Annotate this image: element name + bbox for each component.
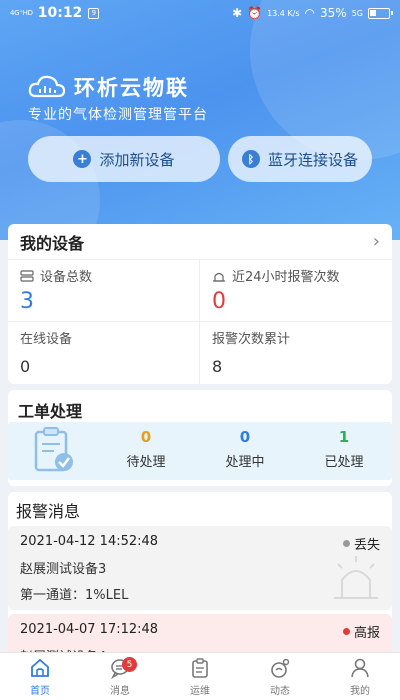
stat-label-row: 近24小时报警次数 [212, 266, 380, 285]
stat-alarm-24h[interactable]: 近24小时报警次数 0 [200, 260, 392, 322]
my-devices-header[interactable]: 我的设备 › [8, 224, 392, 260]
bluetooth-connect-button[interactable]: ᛒ 蓝牙连接设备 [228, 136, 372, 182]
siren-watermark-icon [334, 556, 378, 599]
alarm-section-title: 报警消息 [16, 502, 81, 521]
work-order-done[interactable]: 1 已处理 [304, 428, 384, 470]
bluetooth-icon: ᛒ [241, 150, 260, 168]
bottom-tab-bar: 首页 5 消息 运维 动态 我的 [0, 652, 400, 700]
stat-online-devices[interactable]: 在线设备 0 [8, 322, 200, 384]
clipboard-check-icon [34, 427, 73, 472]
alarm-status-badge: 高报 [342, 622, 380, 641]
tab-label: 动态 [270, 685, 290, 697]
stat-value: 3 [20, 289, 34, 314]
alarm-clock-icon: ⏰ [247, 6, 263, 20]
tab-feed[interactable]: 动态 [240, 653, 320, 700]
battery-icon [368, 7, 393, 19]
chevron-right-icon[interactable]: › [373, 231, 380, 252]
stat-value: 0 [212, 289, 226, 314]
tab-label: 我的 [350, 685, 370, 697]
alarm-channel: 第一通道：1%LEL [20, 588, 129, 603]
alarm-status-badge: 丢失 [342, 534, 380, 553]
processing-count: 0 [239, 428, 251, 446]
work-order-pending[interactable]: 0 待处理 [106, 428, 186, 470]
unread-badge: 5 [122, 657, 137, 672]
my-devices-title: 我的设备 [20, 233, 85, 253]
status-right: ✱ ⏰ 13.4 K/s ◠ 35% 5G [232, 6, 393, 20]
stat-label: 报警次数累计 [212, 332, 291, 347]
pending-count: 0 [140, 428, 152, 446]
network-indicator: 4G⁺HD [10, 9, 33, 17]
cloud-logo-icon [28, 75, 66, 98]
app-title: 环析云物联 [74, 76, 189, 100]
signal-label: 5G [351, 8, 363, 18]
processing-label: 处理中 [225, 455, 265, 470]
plus-icon: + [73, 150, 92, 168]
done-label: 已处理 [324, 455, 364, 470]
my-devices-card: 我的设备 › 设备总数 3 近24小时报警次数 0 在线设备 0 报警次数累计 … [8, 224, 392, 384]
alarm-datetime: 2021-04-07 17:12:48 [20, 622, 159, 637]
clock: 10:12 [37, 5, 83, 21]
activity-icon [271, 658, 290, 678]
stat-label: 在线设备 [20, 332, 73, 347]
add-device-button[interactable]: + 添加新设备 [28, 136, 220, 182]
add-device-label: 添加新设备 [99, 150, 175, 169]
status-dot-icon [342, 628, 350, 635]
stat-alarm-total[interactable]: 报警次数累计 8 [200, 322, 392, 384]
home-icon [31, 658, 49, 677]
tab-label: 消息 [110, 685, 130, 697]
stat-value: 8 [212, 357, 223, 376]
user-icon [351, 658, 369, 677]
stat-label: 设备总数 [40, 270, 93, 285]
tab-label: 首页 [30, 685, 50, 697]
clipboard-icon [192, 657, 208, 678]
brand: 环析云物联 [28, 72, 189, 102]
net-speed: 13.4 K/s [267, 8, 300, 18]
pending-label: 待处理 [126, 455, 166, 470]
work-order-processing[interactable]: 0 处理中 [205, 428, 285, 470]
stat-device-total[interactable]: 设备总数 3 [8, 260, 200, 322]
device-stats-grid: 设备总数 3 近24小时报警次数 0 在线设备 0 报警次数累计 8 [8, 260, 392, 384]
app-slogan: 专业的气体检测管理管平台 [28, 107, 208, 123]
bluetooth-connect-label: 蓝牙连接设备 [267, 150, 358, 169]
siren-icon [213, 272, 225, 282]
work-order-title: 工单处理 [18, 402, 83, 421]
alarm-status: 高报 [353, 626, 380, 641]
work-order-card: 工单处理 0 待处理 0 处理中 1 已处理 [8, 390, 392, 486]
status-bar: 4G⁺HD 10:12 9 ✱ ⏰ 13.4 K/s ◠ 35% 5G [0, 0, 400, 26]
status-dot-icon [342, 540, 350, 547]
app-notification-icon: 9 [88, 7, 100, 19]
work-order-stats: 0 待处理 0 处理中 1 已处理 [8, 422, 392, 480]
tab-messages[interactable]: 5 消息 [80, 653, 160, 700]
tab-home[interactable]: 首页 [0, 653, 80, 700]
alarm-status: 丢失 [353, 538, 380, 553]
tab-ops[interactable]: 运维 [160, 653, 240, 700]
bluetooth-icon: ✱ [232, 6, 243, 20]
alarm-device-name: 赵展测试设备3 [20, 562, 107, 577]
device-list-icon [20, 269, 34, 282]
battery-percent: 35% [320, 6, 347, 20]
alarm-datetime: 2021-04-12 14:52:48 [20, 534, 159, 549]
tab-mine[interactable]: 我的 [320, 653, 400, 700]
wifi-icon: ◠ [304, 6, 316, 20]
done-count: 1 [338, 428, 350, 446]
stat-label: 近24小时报警次数 [232, 270, 340, 285]
tab-label: 运维 [190, 685, 210, 697]
alarm-list-item[interactable]: 2021-04-12 14:52:48 丢失 赵展测试设备3 第一通道：1%LE… [8, 526, 392, 610]
stat-value: 0 [20, 357, 31, 376]
stat-label-row: 设备总数 [20, 266, 187, 285]
